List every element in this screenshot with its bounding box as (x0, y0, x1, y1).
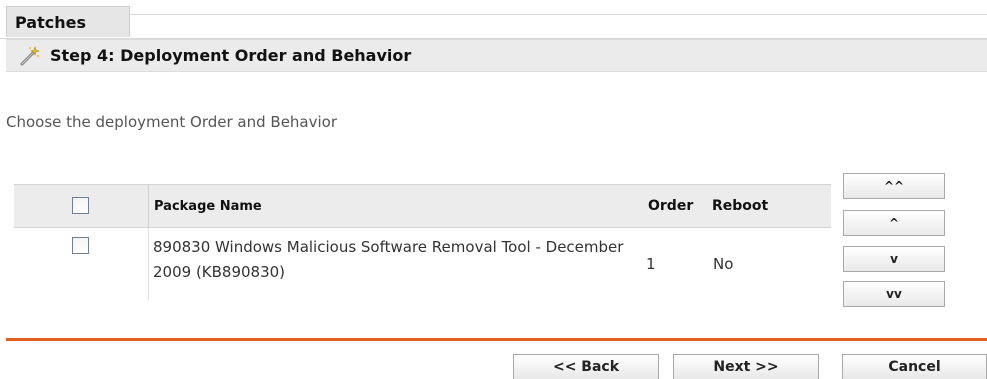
tab-label: Patches (15, 13, 86, 32)
table-row[interactable]: 890830 Windows Malicious Software Remova… (14, 228, 831, 300)
step-title: Step 4: Deployment Order and Behavior (50, 46, 412, 65)
instructions-text: Choose the deployment Order and Behavior (6, 113, 338, 131)
package-table: Package Name Order Reboot 890830 Windows… (14, 184, 831, 300)
move-to-bottom-button[interactable]: vv (843, 281, 945, 307)
cancel-button[interactable]: Cancel (842, 354, 987, 379)
column-divider (148, 185, 149, 228)
column-header-reboot[interactable]: Reboot (712, 198, 768, 214)
tab-strip-line (130, 14, 987, 15)
column-header-package-name[interactable]: Package Name (154, 199, 262, 214)
select-all-checkbox[interactable] (72, 197, 89, 214)
step-header: Step 4: Deployment Order and Behavior (6, 39, 987, 72)
row-checkbox[interactable] (72, 237, 89, 254)
footer-separator (6, 338, 987, 341)
tab-strip (0, 6, 987, 39)
column-header-order[interactable]: Order (648, 198, 693, 214)
move-down-button[interactable]: v (843, 246, 945, 272)
column-divider (148, 228, 149, 300)
reboot-cell: No (713, 255, 734, 273)
next-button[interactable]: Next >> (673, 354, 819, 379)
table-header: Package Name Order Reboot (14, 184, 831, 228)
package-name-cell: 890830 Windows Malicious Software Remova… (153, 238, 624, 281)
move-to-top-button[interactable]: ^^ (843, 173, 945, 199)
move-up-button[interactable]: ^ (843, 210, 945, 236)
order-cell: 1 (646, 255, 656, 273)
tab-patches[interactable]: Patches (6, 6, 130, 37)
wand-icon (19, 45, 41, 67)
back-button[interactable]: << Back (513, 354, 659, 379)
